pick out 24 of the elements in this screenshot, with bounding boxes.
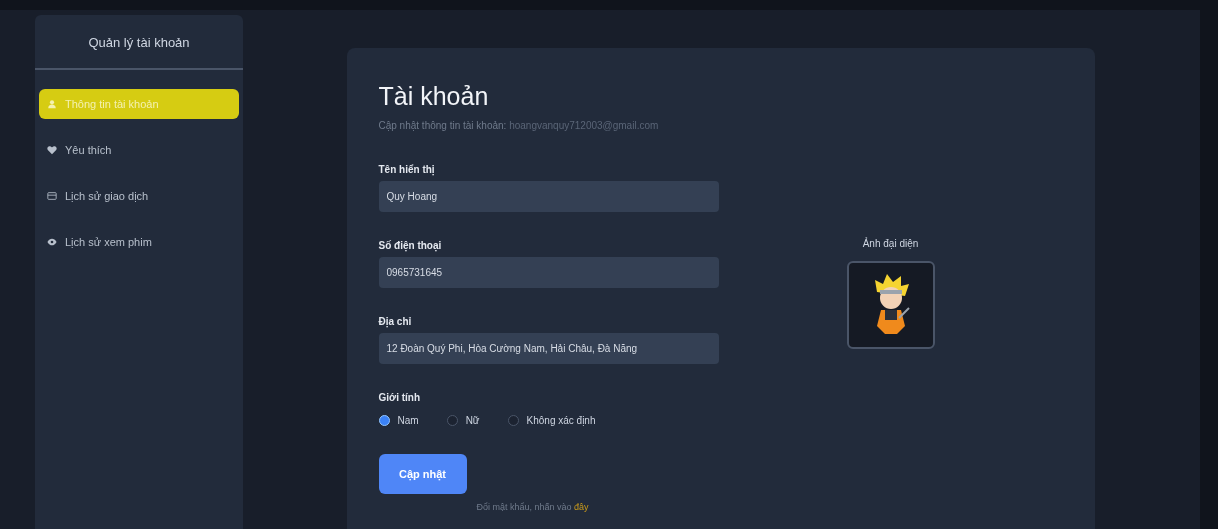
sidebar-title: Quản lý tài khoản <box>35 15 243 70</box>
heart-icon <box>47 145 57 155</box>
sidebar-item[interactable]: Yêu thích <box>39 135 239 165</box>
input-field[interactable]: 0965731645 <box>378 257 719 288</box>
sidebar-item[interactable]: Lịch sử giao dịch <box>39 181 239 211</box>
input-field[interactable]: 12 Đoàn Quý Phi, Hòa Cường Nam, Hải Châu, Đà Nẵng <box>378 333 719 364</box>
eye-icon <box>47 237 57 247</box>
card-icon <box>47 191 57 201</box>
gender-radio[interactable]: Không xác định <box>507 415 596 426</box>
field-label: Tên hiển thị <box>378 164 435 175</box>
password-link[interactable]: đây <box>574 502 589 512</box>
subtitle: Cập nhật thông tin tài khoản: hoangvanquy712003@gmail.com <box>378 120 660 131</box>
input-field[interactable]: Quy Hoang <box>378 181 719 212</box>
page-title: Tài khoản <box>378 82 490 111</box>
sidebar-item[interactable]: Lịch sử xem phim <box>39 227 239 257</box>
avatar-image[interactable] <box>846 261 935 349</box>
gender-radio[interactable]: Nữ <box>446 415 480 426</box>
field-label: Giới tính <box>378 392 421 403</box>
user-icon <box>47 99 57 109</box>
field-label: Số điện thoại <box>378 240 442 251</box>
password-note: Đổi mật khẩu, nhấn vào đây <box>476 502 590 512</box>
avatar-label: Ảnh đại diện <box>862 238 919 249</box>
gender-radio[interactable]: Nam <box>378 415 419 426</box>
field-label: Địa chỉ <box>378 316 412 327</box>
